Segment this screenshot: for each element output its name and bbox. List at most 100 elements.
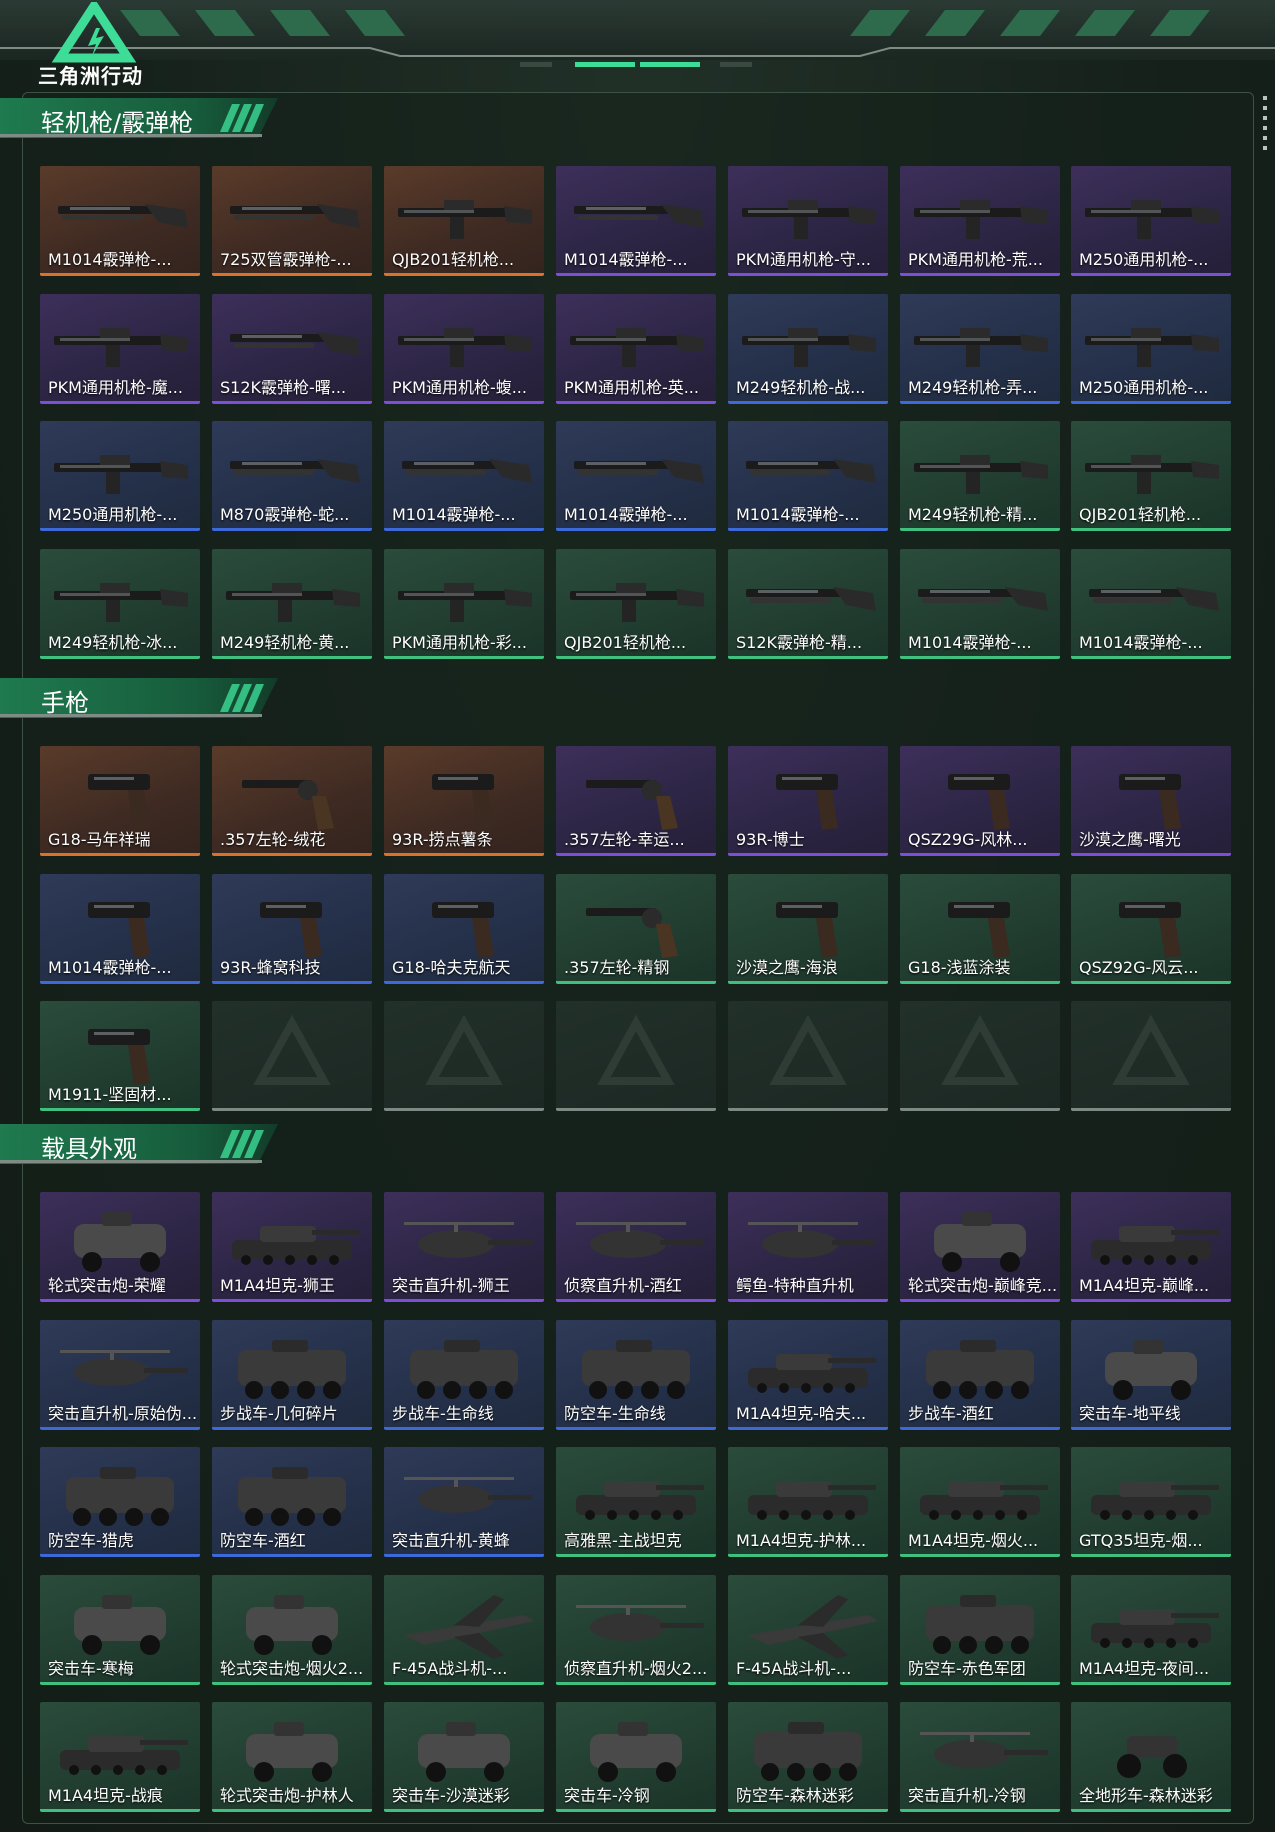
skin-card[interactable]: M1A4坦克-战痕 (40, 1702, 200, 1812)
skin-card[interactable]: PKM通用机枪-守... (728, 166, 888, 276)
rarity-bar (728, 273, 888, 276)
skin-card[interactable]: 725双管霰弹枪-... (212, 166, 372, 276)
skin-card[interactable]: M1A4坦克-护林... (728, 1447, 888, 1557)
skin-card[interactable]: 沙漠之鹰-海浪 (728, 873, 888, 984)
skin-card[interactable]: M250通用机枪-... (40, 421, 200, 531)
skin-card[interactable]: 轮式突击炮-烟火2... (212, 1574, 372, 1685)
skin-card[interactable]: M249轻机枪-战... (728, 293, 888, 404)
skin-card[interactable]: 高雅黑-主战坦克 (556, 1447, 716, 1557)
skin-card[interactable]: 侦察直升机-烟火2... (556, 1574, 716, 1685)
rarity-bar (40, 1108, 200, 1111)
skin-card[interactable]: .357左轮-精钢 (556, 873, 716, 984)
skin-card[interactable]: QSZ92G-风云... (1071, 873, 1231, 984)
rarity-bar (40, 1681, 200, 1685)
skin-card[interactable]: 突击车-冷钢 (556, 1702, 716, 1812)
skin-card[interactable]: 93R-博士 (728, 746, 888, 856)
skin-card[interactable]: QJB201轻机枪... (384, 166, 544, 276)
rarity-bar (556, 980, 716, 984)
rarity-bar (728, 980, 888, 984)
skin-card[interactable]: G18-马年祥瑞 (40, 746, 200, 856)
skin-card[interactable]: S12K霰弹枪-精... (728, 548, 888, 659)
skin-card[interactable]: 全地形车-森林迷彩 (1071, 1702, 1231, 1812)
skin-card[interactable]: M1A4坦克-烟火... (900, 1447, 1060, 1557)
skin-card[interactable]: 突击车-沙漠迷彩 (384, 1702, 544, 1812)
scrollbar-handle[interactable] (1263, 96, 1267, 152)
skin-card[interactable]: M249轻机枪-弄... (900, 293, 1060, 404)
skin-card[interactable]: 突击直升机-狮王 (384, 1192, 544, 1302)
skin-card[interactable]: M1A4坦克-哈夫... (728, 1319, 888, 1430)
skin-card[interactable]: 突击直升机-冷钢 (900, 1702, 1060, 1812)
skin-card[interactable]: 轮式突击炮-护林人 (212, 1702, 372, 1812)
skin-card[interactable]: QJB201轻机枪... (556, 548, 716, 659)
skin-card[interactable]: 93R-蜂窝科技 (212, 873, 372, 984)
skin-card[interactable]: QJB201轻机枪... (1071, 421, 1231, 531)
skin-card[interactable]: M1014霰弹枪-... (40, 166, 200, 276)
skin-card[interactable]: .357左轮-绒花 (212, 746, 372, 856)
skin-name: 步战车-几何碎片 (220, 1403, 338, 1423)
skin-card[interactable]: F-45A战斗机-... (728, 1574, 888, 1685)
skin-card[interactable]: M1014霰弹枪-... (1071, 548, 1231, 659)
skin-card[interactable]: PKM通用机枪-荒... (900, 166, 1060, 276)
skin-card[interactable]: M1A4坦克-巅峰... (1071, 1192, 1231, 1302)
skin-card[interactable]: 突击直升机-原始伪... (40, 1319, 200, 1430)
skin-card[interactable]: 鳄鱼-特种直升机 (728, 1192, 888, 1302)
skin-name: QJB201轻机枪... (392, 250, 515, 269)
skin-card[interactable]: M1014霰弹枪-... (900, 548, 1060, 659)
skin-name: PKM通用机枪-荒... (908, 250, 1043, 269)
skin-card[interactable]: 突击车-地平线 (1071, 1319, 1231, 1430)
skin-card[interactable]: 防空车-生命线 (556, 1319, 716, 1430)
rarity-bar (384, 1426, 544, 1430)
skin-card[interactable]: M1A4坦克-夜间... (1071, 1574, 1231, 1685)
skin-card[interactable]: 侦察直升机-酒红 (556, 1192, 716, 1302)
skin-card[interactable]: GTQ35坦克-烟... (1071, 1447, 1231, 1557)
skin-card[interactable]: 防空车-赤色军团 (900, 1574, 1060, 1685)
skin-card[interactable]: 93R-捞点薯条 (384, 746, 544, 856)
skin-card[interactable]: 防空车-猎虎 (40, 1447, 200, 1557)
skin-name: M249轻机枪-弄... (908, 377, 1038, 397)
skin-card[interactable]: M870霰弹枪-蛇... (212, 421, 372, 531)
skin-card[interactable]: M1014霰弹枪-... (556, 421, 716, 531)
skin-card[interactable]: 步战车-几何碎片 (212, 1319, 372, 1430)
skin-card[interactable]: QSZ29G-风林... (900, 746, 1060, 856)
skin-card[interactable]: M1014霰弹枪-... (556, 166, 716, 276)
skin-card[interactable]: G18-浅蓝涂装 (900, 873, 1060, 984)
skin-card[interactable]: M1014霰弹枪-... (384, 421, 544, 531)
skin-card[interactable]: M1911-坚固材... (40, 1001, 200, 1111)
skin-card[interactable]: M1014霰弹枪-... (728, 421, 888, 531)
skin-card[interactable]: 步战车-酒红 (900, 1319, 1060, 1430)
skin-card[interactable]: 沙漠之鹰-曙光 (1071, 746, 1231, 856)
rarity-bar (212, 400, 372, 404)
skin-card[interactable]: 突击直升机-黄蜂 (384, 1447, 544, 1557)
skin-name: M1014霰弹枪-... (564, 505, 688, 524)
skin-card[interactable]: 步战车-生命线 (384, 1319, 544, 1430)
skin-card[interactable]: 轮式突击炮-巅峰竞... (900, 1192, 1060, 1302)
skin-card[interactable]: 突击车-寒梅 (40, 1574, 200, 1685)
skin-name: M250通用机枪-... (48, 505, 178, 524)
rarity-bar (212, 528, 372, 531)
skin-card[interactable]: PKM通用机枪-彩... (384, 548, 544, 659)
skin-card[interactable]: 防空车-森林迷彩 (728, 1702, 888, 1812)
skin-card[interactable]: 轮式突击炮-荣耀 (40, 1192, 200, 1302)
skin-card[interactable]: G18-哈夫克航天 (384, 873, 544, 984)
skin-card[interactable]: M1014霰弹枪-... (40, 873, 200, 984)
skin-card[interactable]: M250通用机枪-... (1071, 293, 1231, 404)
rarity-bar (900, 1681, 1060, 1685)
skin-card[interactable]: M249轻机枪-黄... (212, 548, 372, 659)
skin-card[interactable]: S12K霰弹枪-曙... (212, 293, 372, 404)
skin-name: 防空车-生命线 (564, 1403, 666, 1423)
skin-card[interactable]: M249轻机枪-精... (900, 421, 1060, 531)
skin-name: QJB201轻机枪... (564, 632, 687, 652)
skin-card[interactable]: M250通用机枪-... (1071, 166, 1231, 276)
skin-card[interactable]: F-45A战斗机-... (384, 1574, 544, 1685)
skin-card[interactable]: .357左轮-幸运... (556, 746, 716, 856)
skin-card[interactable]: PKM通用机枪-蝮... (384, 293, 544, 404)
skin-card[interactable]: PKM通用机枪-魔... (40, 293, 200, 404)
skin-card[interactable]: M1A4坦克-狮王 (212, 1192, 372, 1302)
rarity-bar (556, 528, 716, 531)
rarity-bar (1071, 273, 1231, 276)
skin-name: M1A4坦克-战痕 (48, 1786, 163, 1805)
skin-card[interactable]: M249轻机枪-冰... (40, 548, 200, 659)
skin-card[interactable]: 防空车-酒红 (212, 1447, 372, 1557)
skin-card[interactable]: PKM通用机枪-英... (556, 293, 716, 404)
rarity-bar (40, 853, 200, 856)
